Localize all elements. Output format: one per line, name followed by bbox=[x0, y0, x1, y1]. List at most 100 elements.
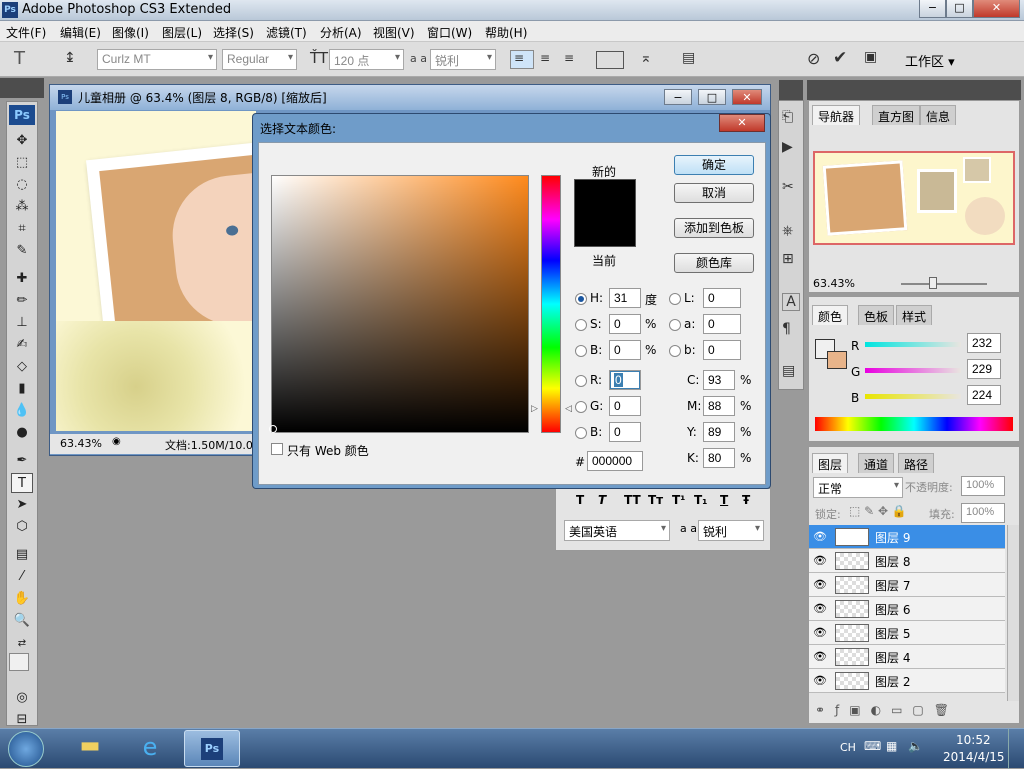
menu-image[interactable]: 图像(I) bbox=[112, 24, 149, 41]
document-canvas[interactable] bbox=[56, 111, 256, 431]
navigator-zoom-thumb[interactable] bbox=[929, 277, 937, 289]
quick-mask-icon[interactable]: ◎ bbox=[11, 688, 33, 708]
doc-minimize-button[interactable]: − bbox=[664, 89, 692, 105]
magic-wand-tool-icon[interactable]: ⁂ bbox=[11, 197, 33, 217]
hsb-b-radio[interactable] bbox=[575, 345, 587, 357]
cancel-button[interactable]: 取消 bbox=[674, 183, 754, 203]
web-colors-checkbox[interactable] bbox=[271, 443, 283, 455]
layer-row[interactable]: 👁 图层 5 bbox=[809, 621, 1005, 645]
foreground-color-swatch[interactable] bbox=[9, 653, 29, 671]
menu-analysis[interactable]: 分析(A) bbox=[320, 24, 362, 41]
ok-button[interactable]: 确定 bbox=[674, 155, 754, 175]
underline-button[interactable]: T bbox=[720, 493, 728, 507]
network-icon[interactable]: ▦ bbox=[886, 739, 897, 753]
screen-mode-icon[interactable]: ⊟ bbox=[11, 710, 33, 730]
menu-select[interactable]: 选择(S) bbox=[213, 24, 254, 41]
r-field[interactable]: 0 bbox=[609, 370, 641, 390]
ie-icon[interactable]: e bbox=[130, 733, 170, 765]
layer-row[interactable]: 👁 图层 4 bbox=[809, 645, 1005, 669]
eye-icon[interactable]: 👁 bbox=[813, 674, 827, 687]
warp-text-icon[interactable]: ⌅ bbox=[640, 50, 652, 66]
layer-name[interactable]: 图层 5 bbox=[875, 625, 910, 642]
photoshop-taskbar-button[interactable]: Ps bbox=[184, 730, 240, 767]
path-selection-tool-icon[interactable]: ➤ bbox=[11, 495, 33, 515]
r-field-value[interactable]: 0 bbox=[614, 373, 623, 387]
language-dropdown[interactable]: 美国英语 bbox=[564, 520, 670, 541]
eye-icon[interactable]: 👁 bbox=[813, 554, 827, 567]
brushes-panel-icon[interactable]: ⎈ bbox=[782, 223, 793, 239]
layers-scrollbar[interactable] bbox=[1007, 525, 1019, 701]
marquee-tool-icon[interactable]: ⬚ bbox=[11, 153, 33, 173]
dialog-close-button[interactable]: ✕ bbox=[719, 114, 765, 132]
g-radio[interactable] bbox=[575, 401, 587, 413]
small-caps-button[interactable]: Tт bbox=[648, 493, 663, 507]
font-family-dropdown[interactable]: Curlz MT bbox=[97, 49, 217, 70]
menu-window[interactable]: 窗口(W) bbox=[427, 24, 472, 41]
hue-slider-left-arrow[interactable]: ▷ bbox=[531, 404, 538, 414]
move-tool-icon[interactable]: ✥ bbox=[11, 131, 33, 151]
c-field[interactable]: 93 bbox=[703, 370, 735, 390]
m-field[interactable]: 88 bbox=[703, 396, 735, 416]
l-field[interactable]: 0 bbox=[703, 288, 741, 308]
show-desktop-button[interactable] bbox=[1008, 729, 1024, 769]
eye-icon[interactable]: 👁 bbox=[813, 650, 827, 663]
volume-icon[interactable]: 🔈 bbox=[908, 739, 923, 753]
a-field[interactable]: 0 bbox=[703, 314, 741, 334]
navigator-preview[interactable] bbox=[813, 151, 1015, 245]
zoom-level[interactable]: 63.43% bbox=[60, 437, 102, 450]
workspace-menu[interactable]: 工作区 ▾ bbox=[905, 51, 955, 70]
layer-row[interactable]: 👁 图层 2 bbox=[809, 669, 1005, 693]
text-color-swatch[interactable] bbox=[596, 51, 624, 69]
s-radio[interactable] bbox=[575, 319, 587, 331]
actions-panel-icon[interactable]: ▶ bbox=[782, 139, 793, 155]
status-menu-icon[interactable]: ◉ bbox=[112, 436, 121, 447]
tab-navigator[interactable]: 导航器 bbox=[812, 105, 861, 125]
dodge-tool-icon[interactable]: ● bbox=[11, 423, 33, 443]
rgb-b-field[interactable]: 0 bbox=[609, 422, 641, 442]
a-radio[interactable] bbox=[669, 319, 681, 331]
h-radio[interactable] bbox=[575, 293, 587, 305]
superscript-button[interactable]: T¹ bbox=[672, 493, 685, 507]
character-panel-icon[interactable]: A bbox=[782, 293, 800, 311]
tab-layers[interactable]: 图层 bbox=[812, 453, 849, 473]
layer-name[interactable]: 图层 2 bbox=[875, 673, 910, 690]
doc-maximize-button[interactable]: □ bbox=[698, 89, 726, 105]
color-r-field[interactable]: 232 bbox=[967, 333, 1001, 353]
layer-row[interactable]: 👁 图层 7 bbox=[809, 573, 1005, 597]
menu-view[interactable]: 视图(V) bbox=[373, 24, 415, 41]
h-field[interactable]: 31 bbox=[609, 288, 641, 308]
doc-close-button[interactable]: ✕ bbox=[732, 89, 762, 105]
lab-b-radio[interactable] bbox=[669, 345, 681, 357]
g-field[interactable]: 0 bbox=[609, 396, 641, 416]
navigator-zoom-slider[interactable] bbox=[901, 283, 987, 285]
tab-color[interactable]: 颜色 bbox=[812, 305, 849, 325]
eraser-tool-icon[interactable]: ◇ bbox=[11, 357, 33, 377]
layer-row[interactable]: 👁 T 图层 9 bbox=[809, 525, 1005, 549]
navigator-zoom[interactable]: 63.43% bbox=[813, 277, 855, 290]
tab-channels[interactable]: 通道 bbox=[858, 453, 895, 473]
rgb-b-radio[interactable] bbox=[575, 427, 587, 439]
shape-tool-icon[interactable]: ⬡ bbox=[11, 517, 33, 537]
color-field-cursor[interactable] bbox=[269, 425, 277, 433]
layer-row[interactable]: 👁 图层 6 bbox=[809, 597, 1005, 621]
color-field[interactable] bbox=[271, 175, 529, 433]
layer-name[interactable]: 图层 4 bbox=[875, 649, 910, 666]
clock-date[interactable]: 2014/4/15 bbox=[943, 750, 1005, 764]
notes-tool-icon[interactable]: ▤ bbox=[11, 545, 33, 565]
font-style-dropdown[interactable]: Regular bbox=[222, 49, 297, 70]
history-brush-tool-icon[interactable]: ✍ bbox=[11, 335, 33, 355]
layer-name[interactable]: 图层 8 bbox=[875, 553, 910, 570]
antialias-dropdown[interactable]: 锐利 bbox=[430, 49, 496, 70]
color-libraries-button[interactable]: 颜色库 bbox=[674, 253, 754, 273]
eye-icon[interactable]: 👁 bbox=[813, 530, 827, 543]
cancel-edit-icon[interactable]: ⊘ bbox=[807, 49, 820, 68]
layer-name[interactable]: 图层 6 bbox=[875, 601, 910, 618]
zoom-tool-icon[interactable]: 🔍 bbox=[11, 611, 33, 631]
align-right-icon[interactable]: ≡ bbox=[564, 51, 574, 65]
healing-brush-tool-icon[interactable]: ✚ bbox=[11, 269, 33, 289]
hsb-b-field[interactable]: 0 bbox=[609, 340, 641, 360]
fill-field[interactable]: 100% bbox=[961, 503, 1005, 523]
close-button[interactable]: ✕ bbox=[973, 0, 1020, 18]
tab-info[interactable]: 信息 bbox=[920, 105, 957, 125]
history-panel-icon[interactable]: ⎗ bbox=[782, 109, 793, 125]
